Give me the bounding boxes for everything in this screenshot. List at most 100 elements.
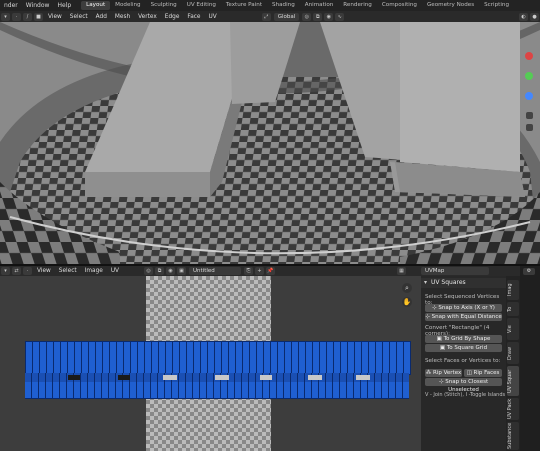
grid-shape-icon: ▣ [436, 336, 444, 342]
tab-geometry-nodes[interactable]: Geometry Nodes [422, 1, 479, 10]
uv-island-strip-bottom [25, 382, 409, 399]
tab-uv-pack[interactable]: UV Pack [507, 398, 519, 420]
sidebar-tabs: Imag To Vie Draw UV Squar UV Pack Substa… [506, 276, 520, 451]
uv-marker [356, 375, 370, 380]
rip-vertex-icon: ⁂ [425, 370, 433, 376]
section-faces: Select Faces or Vertices to: [425, 358, 501, 364]
tab-rendering[interactable]: Rendering [338, 1, 377, 10]
image-browse-icon[interactable]: ▣ [177, 267, 187, 275]
square-grid-label: To Square Grid [446, 345, 488, 351]
uv-marker [68, 375, 80, 380]
image-pin-icon[interactable]: 📌 [266, 267, 276, 275]
menu-vertex[interactable]: Vertex [134, 14, 161, 20]
snap-closest-button[interactable]: ⊹ Snap to Closest Unselected [425, 378, 502, 393]
rip-faces-label: Rip Faces [473, 370, 500, 376]
uv-editor-header: ▾ ⇄ · View Select Image UV ◎ ⧉ ◉ ▣ Untit… [0, 266, 424, 276]
image-duplicate-icon[interactable]: ⎘ [244, 267, 254, 275]
grid-by-shape-button[interactable]: ▣ To Grid By Shape [425, 335, 502, 343]
snap-equal-label: Snap with Equal Distance [431, 314, 502, 320]
tab-draw[interactable]: Draw [507, 342, 519, 364]
edge-select-icon[interactable]: / [23, 12, 32, 21]
uv-menu-select[interactable]: Select [55, 268, 81, 274]
menu-help[interactable]: Help [53, 2, 75, 9]
menu-select[interactable]: Select [66, 14, 92, 20]
image-new-icon[interactable]: + [255, 267, 265, 275]
tab-animation[interactable]: Animation [300, 1, 339, 10]
snap-axis-label: Snap to Axis (X or Y) [438, 305, 495, 311]
rip-faces-icon: ◫ [466, 370, 474, 376]
uv-menu-view[interactable]: View [33, 268, 55, 274]
uv-squares-panel: ▾ UV Squares Select Sequenced Vertices t… [421, 276, 506, 451]
menu-face[interactable]: Face [183, 14, 204, 20]
top-bar: nder Window Help Layout Modeling Sculpti… [0, 0, 540, 11]
snap-icon[interactable]: ⧉ [313, 12, 323, 21]
uv-snap-icon[interactable]: ⧉ [155, 267, 165, 275]
panel-title: UV Squares [431, 279, 466, 286]
menu-uv[interactable]: UV [205, 14, 221, 20]
uv-menu-uv[interactable]: UV [107, 268, 123, 274]
shading-icon[interactable]: ● [530, 12, 539, 21]
tab-scripting[interactable]: Scripting [479, 1, 514, 10]
uv-marker [308, 375, 322, 380]
uv-vertex-icon[interactable]: · [23, 267, 32, 275]
panel-header[interactable]: ▾ UV Squares [421, 278, 506, 288]
tab-sculpting[interactable]: Sculpting [146, 1, 182, 10]
menu-add[interactable]: Add [92, 14, 111, 20]
uv-proportional-icon[interactable]: ◉ [166, 267, 176, 275]
square-grid-button[interactable]: ▣ To Square Grid [425, 344, 502, 352]
rip-faces-button[interactable]: ◫ Rip Faces [464, 369, 502, 377]
tab-uv-editing[interactable]: UV Editing [182, 1, 221, 10]
menu-mesh[interactable]: Mesh [111, 14, 134, 20]
options-icon[interactable]: ⚙ [523, 268, 535, 275]
overlay-icon[interactable]: ◐ [519, 12, 528, 21]
uv-pivot-icon[interactable]: ◎ [144, 267, 154, 275]
editor-type-icon[interactable]: ▾ [1, 12, 10, 21]
menu-window[interactable]: Window [22, 2, 54, 9]
tab-tool[interactable]: To [507, 302, 519, 316]
snap-axis-button[interactable]: ⊹ Snap to Axis (X or Y) [425, 304, 502, 312]
shortcut-hint: V - Join (Stitch), I -Toggle Islands [425, 392, 506, 398]
pivot-icon[interactable]: ◎ [302, 12, 312, 21]
snap-equal-button[interactable]: ⊹ Snap with Equal Distance [425, 313, 502, 321]
curve-icon[interactable]: ∿ [335, 12, 345, 21]
square-grid-icon: ▣ [439, 345, 447, 351]
tab-substance[interactable]: Substance [507, 422, 519, 450]
image-name-field[interactable]: Untitled [189, 267, 242, 275]
uv-canvas[interactable]: ⌕ ✋ [0, 276, 424, 451]
uv-marker [163, 375, 177, 380]
uv-pan-icon[interactable]: ✋ [402, 297, 412, 307]
uv-menu-image[interactable]: Image [81, 268, 107, 274]
uv-marker [260, 375, 272, 380]
uvmap-selector[interactable]: UVMap [421, 267, 489, 275]
right-edge-strip: ⚙ [520, 266, 540, 451]
collapse-icon: ▾ [424, 279, 428, 286]
tab-texture-paint[interactable]: Texture Paint [221, 1, 267, 10]
rip-vertex-button[interactable]: ⁂ Rip Vertex [425, 369, 462, 377]
uv-island-strip-top [25, 341, 411, 375]
menu-view[interactable]: View [44, 14, 66, 20]
tab-image[interactable]: Imag [507, 280, 519, 300]
proportional-icon[interactable]: ◉ [324, 12, 334, 21]
tab-layout[interactable]: Layout [81, 1, 111, 10]
uv-sync-icon[interactable]: ⇄ [12, 267, 21, 275]
rip-vertex-label: Rip Vertex [432, 370, 462, 376]
3d-viewport[interactable] [0, 22, 540, 264]
viewport-scene [0, 22, 540, 264]
viewport-header: ▾ · / ■ View Select Add Mesh Vertex Edge… [0, 11, 540, 22]
tab-modeling[interactable]: Modeling [110, 1, 145, 10]
tab-shading[interactable]: Shading [267, 1, 300, 10]
face-select-icon[interactable]: ■ [34, 12, 43, 21]
tab-view[interactable]: Vie [507, 318, 519, 340]
tab-compositing[interactable]: Compositing [377, 1, 422, 10]
snap-closest-label: Snap to Closest Unselected [445, 379, 489, 393]
menu-render[interactable]: nder [0, 2, 22, 9]
transform-orientation-icon[interactable]: ⤢ [261, 12, 271, 21]
uv-zoom-icon[interactable]: ⌕ [402, 283, 412, 293]
uv-marker [215, 375, 229, 380]
orientation-dropdown[interactable]: Global [273, 12, 300, 21]
uv-editor-type-icon[interactable]: ▾ [1, 267, 10, 275]
uv-marker [118, 375, 130, 380]
menu-edge[interactable]: Edge [161, 14, 184, 20]
tab-uv-squares[interactable]: UV Squar [507, 366, 519, 396]
vertex-select-icon[interactable]: · [12, 12, 21, 21]
